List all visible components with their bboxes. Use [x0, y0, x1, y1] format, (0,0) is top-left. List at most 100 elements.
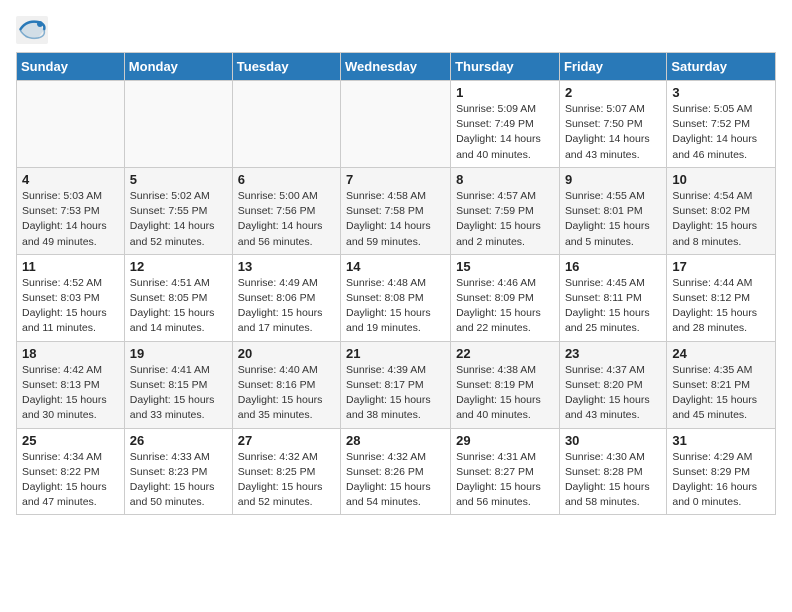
day-number: 26 — [130, 433, 227, 448]
calendar-cell: 22 Sunrise: 4:38 AM Sunset: 8:19 PM Dayli… — [451, 341, 560, 428]
calendar-cell: 23Sunrise: 4:37 AM Sunset: 8:20 PM Dayli… — [559, 341, 666, 428]
page-header — [16, 16, 776, 44]
calendar-cell: 8Sunrise: 4:57 AM Sunset: 7:59 PM Daylig… — [451, 167, 560, 254]
day-info: Sunrise: 4:31 AM Sunset: 8:27 PM Dayligh… — [456, 450, 554, 511]
calendar-cell: 19 Sunrise: 4:41 AM Sunset: 8:15 PM Dayli… — [124, 341, 232, 428]
day-number: 2 — [565, 85, 661, 100]
day-info: Sunrise: 4:42 AM Sunset: 8:13 PM Dayligh… — [22, 363, 119, 424]
calendar-week-row: 4Sunrise: 5:03 AM Sunset: 7:53 PM Daylig… — [17, 167, 776, 254]
calendar-table: SundayMondayTuesdayWednesdayThursdayFrid… — [16, 52, 776, 515]
weekday-header: Wednesday — [341, 53, 451, 81]
calendar-week-row: 18 Sunrise: 4:42 AM Sunset: 8:13 PM Dayli… — [17, 341, 776, 428]
day-number: 16 — [565, 259, 661, 274]
day-info: Sunrise: 4:46 AM Sunset: 8:09 PM Dayligh… — [456, 276, 554, 337]
calendar-cell: 25 Sunrise: 4:34 AM Sunset: 8:22 PM Dayli… — [17, 428, 125, 515]
calendar-week-row: 11 Sunrise: 4:52 AM Sunset: 8:03 PM Dayli… — [17, 254, 776, 341]
day-number: 7 — [346, 172, 445, 187]
calendar-cell: 14 Sunrise: 4:48 AM Sunset: 8:08 PM Dayli… — [341, 254, 451, 341]
calendar-cell: 24 Sunrise: 4:35 AM Sunset: 8:21 PM Dayli… — [667, 341, 776, 428]
day-info: Sunrise: 4:38 AM Sunset: 8:19 PM Dayligh… — [456, 363, 554, 424]
calendar-cell: 15 Sunrise: 4:46 AM Sunset: 8:09 PM Dayli… — [451, 254, 560, 341]
calendar-cell: 21 Sunrise: 4:39 AM Sunset: 8:17 PM Dayli… — [341, 341, 451, 428]
day-number: 28 — [346, 433, 445, 448]
day-info: Sunrise: 4:54 AM Sunset: 8:02 PM Dayligh… — [672, 189, 770, 250]
calendar-cell — [124, 81, 232, 168]
weekday-header: Monday — [124, 53, 232, 81]
day-number: 20 — [238, 346, 335, 361]
calendar-cell: 27 Sunrise: 4:32 AM Sunset: 8:25 PM Dayli… — [232, 428, 340, 515]
calendar-cell: 1 Sunrise: 5:09 AM Sunset: 7:49 PM Daylig… — [451, 81, 560, 168]
day-number: 19 — [130, 346, 227, 361]
day-info: Sunrise: 5:00 AM Sunset: 7:56 PM Dayligh… — [238, 189, 335, 250]
calendar-body: 1 Sunrise: 5:09 AM Sunset: 7:49 PM Daylig… — [17, 81, 776, 515]
calendar-cell: 6 Sunrise: 5:00 AM Sunset: 7:56 PM Daylig… — [232, 167, 340, 254]
weekday-header: Saturday — [667, 53, 776, 81]
day-info: Sunrise: 4:44 AM Sunset: 8:12 PM Dayligh… — [672, 276, 770, 337]
day-number: 4 — [22, 172, 119, 187]
day-info: Sunrise: 4:58 AM Sunset: 7:58 PM Dayligh… — [346, 189, 445, 250]
calendar-cell: 26 Sunrise: 4:33 AM Sunset: 8:23 PM Dayli… — [124, 428, 232, 515]
calendar-cell: 3Sunrise: 5:05 AM Sunset: 7:52 PM Daylig… — [667, 81, 776, 168]
day-number: 30 — [565, 433, 661, 448]
weekday-header: Friday — [559, 53, 666, 81]
day-number: 22 — [456, 346, 554, 361]
day-info: Sunrise: 4:45 AM Sunset: 8:11 PM Dayligh… — [565, 276, 661, 337]
day-info: Sunrise: 4:48 AM Sunset: 8:08 PM Dayligh… — [346, 276, 445, 337]
calendar-cell: 10 Sunrise: 4:54 AM Sunset: 8:02 PM Dayli… — [667, 167, 776, 254]
logo-icon — [16, 16, 48, 44]
day-info: Sunrise: 5:02 AM Sunset: 7:55 PM Dayligh… — [130, 189, 227, 250]
calendar-cell: 18 Sunrise: 4:42 AM Sunset: 8:13 PM Dayli… — [17, 341, 125, 428]
calendar-cell: 7 Sunrise: 4:58 AM Sunset: 7:58 PM Daylig… — [341, 167, 451, 254]
calendar-cell: 17Sunrise: 4:44 AM Sunset: 8:12 PM Dayli… — [667, 254, 776, 341]
day-number: 13 — [238, 259, 335, 274]
calendar-cell: 11 Sunrise: 4:52 AM Sunset: 8:03 PM Dayli… — [17, 254, 125, 341]
day-number: 5 — [130, 172, 227, 187]
day-info: Sunrise: 4:40 AM Sunset: 8:16 PM Dayligh… — [238, 363, 335, 424]
day-number: 21 — [346, 346, 445, 361]
day-number: 9 — [565, 172, 661, 187]
day-number: 10 — [672, 172, 770, 187]
day-info: Sunrise: 4:55 AM Sunset: 8:01 PM Dayligh… — [565, 189, 661, 250]
day-number: 6 — [238, 172, 335, 187]
calendar-cell — [341, 81, 451, 168]
calendar-cell: 4Sunrise: 5:03 AM Sunset: 7:53 PM Daylig… — [17, 167, 125, 254]
day-info: Sunrise: 4:39 AM Sunset: 8:17 PM Dayligh… — [346, 363, 445, 424]
day-number: 24 — [672, 346, 770, 361]
calendar-cell: 16 Sunrise: 4:45 AM Sunset: 8:11 PM Dayli… — [559, 254, 666, 341]
day-info: Sunrise: 5:09 AM Sunset: 7:49 PM Dayligh… — [456, 102, 554, 163]
day-number: 29 — [456, 433, 554, 448]
day-info: Sunrise: 4:30 AM Sunset: 8:28 PM Dayligh… — [565, 450, 661, 511]
calendar-cell — [17, 81, 125, 168]
day-number: 15 — [456, 259, 554, 274]
calendar-cell: 31Sunrise: 4:29 AM Sunset: 8:29 PM Dayli… — [667, 428, 776, 515]
calendar-cell — [232, 81, 340, 168]
day-info: Sunrise: 4:57 AM Sunset: 7:59 PM Dayligh… — [456, 189, 554, 250]
day-number: 25 — [22, 433, 119, 448]
day-number: 1 — [456, 85, 554, 100]
day-info: Sunrise: 4:49 AM Sunset: 8:06 PM Dayligh… — [238, 276, 335, 337]
day-info: Sunrise: 4:34 AM Sunset: 8:22 PM Dayligh… — [22, 450, 119, 511]
day-info: Sunrise: 4:37 AM Sunset: 8:20 PM Dayligh… — [565, 363, 661, 424]
calendar-cell: 9 Sunrise: 4:55 AM Sunset: 8:01 PM Daylig… — [559, 167, 666, 254]
day-number: 11 — [22, 259, 119, 274]
day-info: Sunrise: 4:52 AM Sunset: 8:03 PM Dayligh… — [22, 276, 119, 337]
day-info: Sunrise: 4:41 AM Sunset: 8:15 PM Dayligh… — [130, 363, 227, 424]
weekday-header: Sunday — [17, 53, 125, 81]
calendar-week-row: 1 Sunrise: 5:09 AM Sunset: 7:49 PM Daylig… — [17, 81, 776, 168]
calendar-cell: 29 Sunrise: 4:31 AM Sunset: 8:27 PM Dayli… — [451, 428, 560, 515]
day-number: 31 — [672, 433, 770, 448]
day-number: 27 — [238, 433, 335, 448]
calendar-cell: 2Sunrise: 5:07 AM Sunset: 7:50 PM Daylig… — [559, 81, 666, 168]
day-info: Sunrise: 4:32 AM Sunset: 8:25 PM Dayligh… — [238, 450, 335, 511]
day-number: 14 — [346, 259, 445, 274]
calendar-cell: 12Sunrise: 4:51 AM Sunset: 8:05 PM Dayli… — [124, 254, 232, 341]
calendar-cell: 30 Sunrise: 4:30 AM Sunset: 8:28 PM Dayli… — [559, 428, 666, 515]
calendar-cell: 5 Sunrise: 5:02 AM Sunset: 7:55 PM Daylig… — [124, 167, 232, 254]
day-info: Sunrise: 4:35 AM Sunset: 8:21 PM Dayligh… — [672, 363, 770, 424]
day-info: Sunrise: 4:51 AM Sunset: 8:05 PM Dayligh… — [130, 276, 227, 337]
day-number: 18 — [22, 346, 119, 361]
day-info: Sunrise: 4:33 AM Sunset: 8:23 PM Dayligh… — [130, 450, 227, 511]
day-number: 3 — [672, 85, 770, 100]
calendar-cell: 13 Sunrise: 4:49 AM Sunset: 8:06 PM Dayli… — [232, 254, 340, 341]
calendar-week-row: 25 Sunrise: 4:34 AM Sunset: 8:22 PM Dayli… — [17, 428, 776, 515]
